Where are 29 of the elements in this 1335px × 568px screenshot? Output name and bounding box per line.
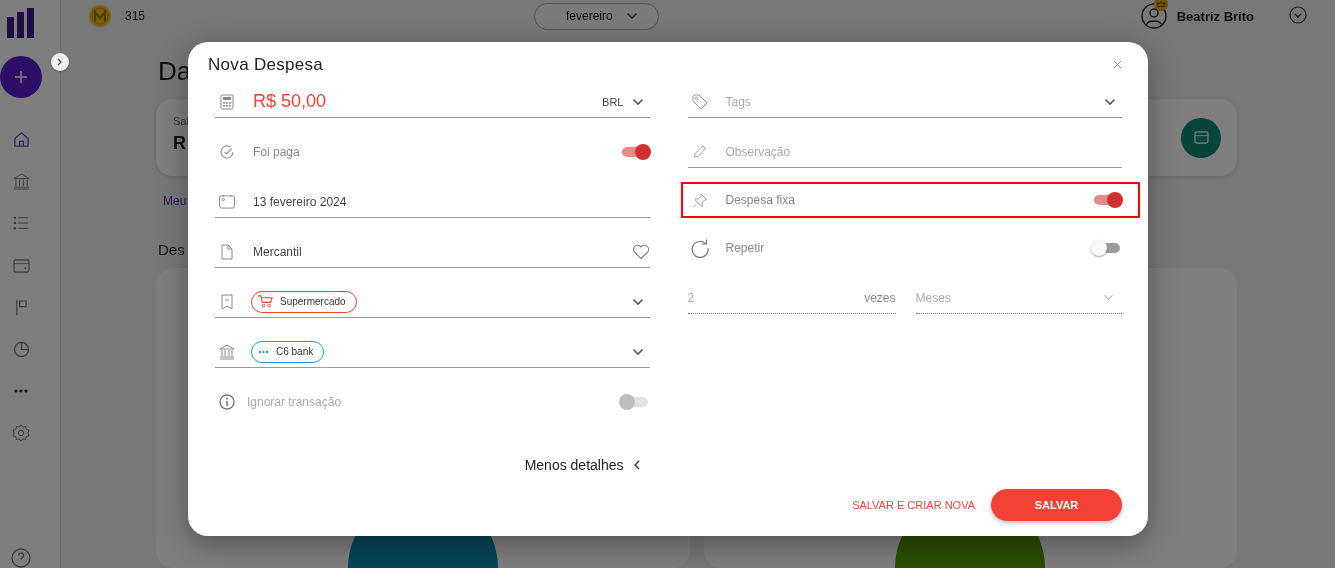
user-name: Beatriz Brito <box>1176 8 1254 24</box>
date-value: 13 fevereiro 2024 <box>253 194 347 209</box>
placeholder: Tags <box>725 94 752 109</box>
balance-label: Sal <box>173 115 190 127</box>
amount-field[interactable]: R$ 50,00 BRL <box>215 86 650 118</box>
save-and-new-button[interactable]: SALVAR E CRIAR NOVA <box>852 499 975 511</box>
section-title: Des <box>158 241 185 258</box>
toggle-label: Foi paga <box>253 145 301 159</box>
select-field[interactable]: Supermercado <box>215 286 650 318</box>
toggle-label: Despesa fixa <box>725 193 796 207</box>
select-field[interactable]: C6 bank <box>215 336 650 368</box>
amount-value: R$ 50,00 <box>253 91 328 112</box>
placeholder: Observação <box>725 144 792 159</box>
description-value: Mercantil <box>253 244 303 259</box>
save-button[interactable]: SALVAR <box>991 489 1122 521</box>
currency-selector[interactable]: BRL <box>602 95 624 108</box>
toggle-label: Repetir <box>725 241 766 255</box>
dialog-title: Nova Despesa <box>208 54 324 75</box>
month-selector[interactable]: fevereiro <box>534 2 659 30</box>
repeat-count-field[interactable]: 2 vezes <box>687 282 896 314</box>
period-select[interactable]: Meses <box>915 282 1122 314</box>
tags-select[interactable]: Tags <box>687 86 1122 118</box>
balance-value: R <box>173 133 186 154</box>
note-field[interactable]: Observação <box>687 136 1122 168</box>
toggle-label: Ignorar transação <box>247 395 343 409</box>
date-field[interactable]: 13 fevereiro 2024 <box>215 186 650 218</box>
description-field[interactable]: Mercantil <box>215 236 650 268</box>
coin-count: 315 <box>125 9 146 23</box>
less-details-button[interactable]: Menos detalhes <box>524 457 640 473</box>
